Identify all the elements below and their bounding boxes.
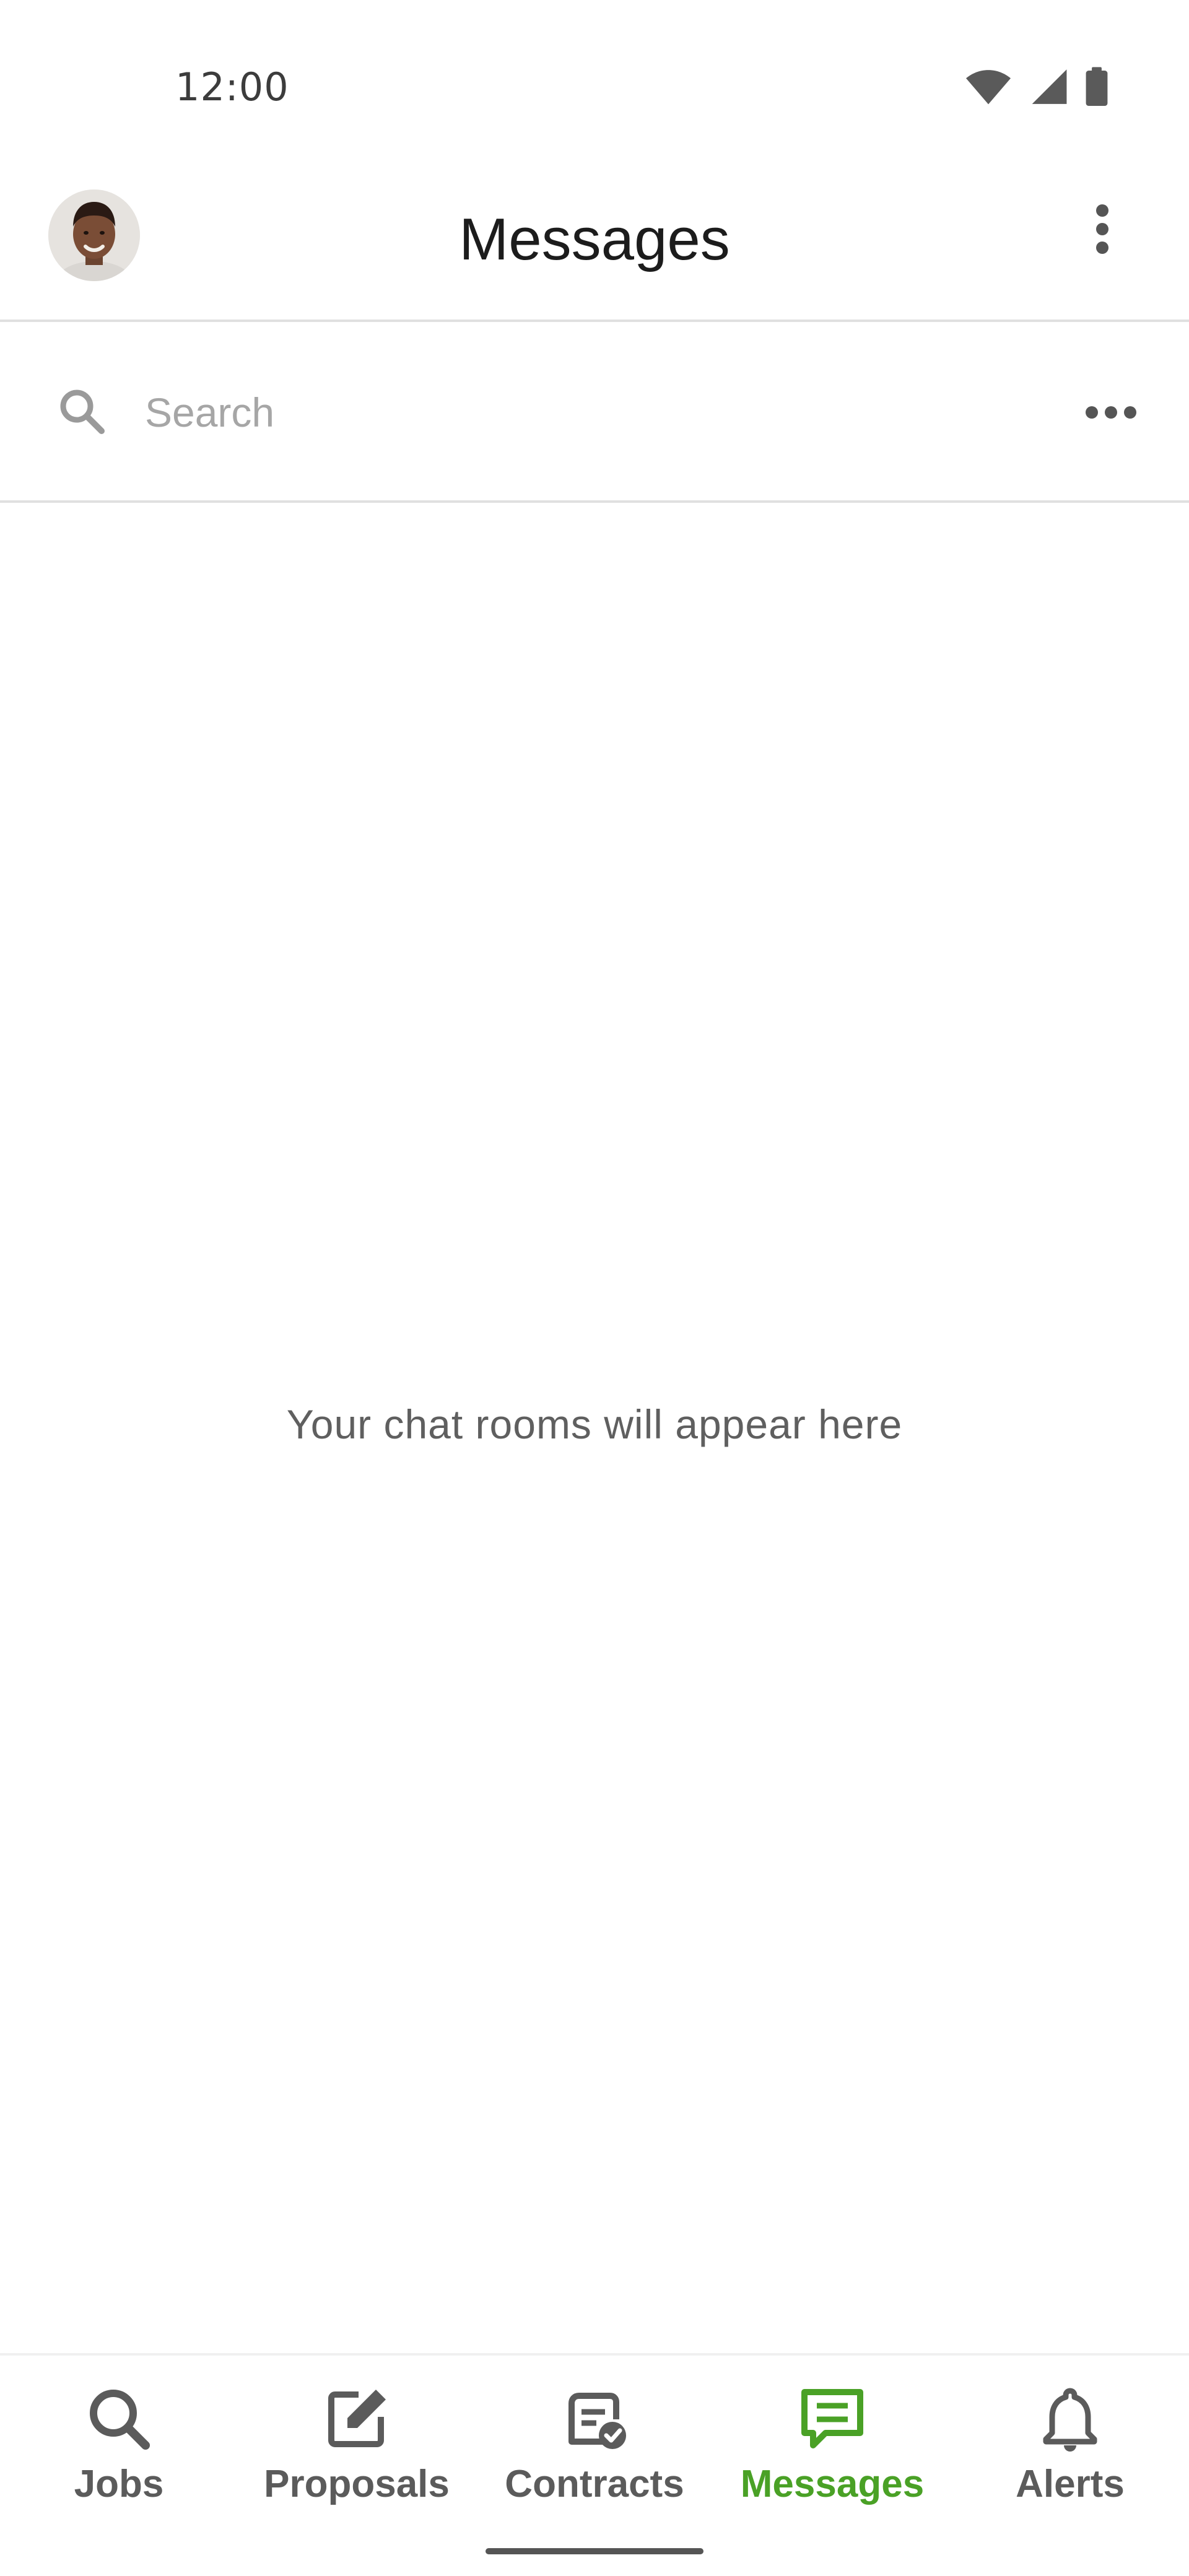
cell-signal-icon	[1029, 68, 1068, 105]
more-horiz-icon[interactable]	[1074, 381, 1148, 443]
messages-screen: 12:00 Messages Search Your chat rooms wi…	[0, 0, 1189, 2576]
search-bar	[0, 322, 1189, 503]
battery-icon	[1085, 67, 1108, 107]
bottom-navigation: Jobs Proposals Contracts Messages Alerts	[0, 2353, 1189, 2576]
status-bar: 12:00	[0, 0, 1189, 173]
bell-icon	[1033, 2382, 1107, 2456]
app-bar: Messages	[0, 173, 1189, 322]
nav-label-messages: Messages	[740, 2463, 925, 2505]
nav-item-messages[interactable]: Messages	[713, 2356, 951, 2554]
edit-note-icon	[320, 2382, 394, 2456]
nav-item-alerts[interactable]: Alerts	[951, 2356, 1189, 2554]
nav-item-proposals[interactable]: Proposals	[238, 2356, 476, 2554]
nav-item-contracts[interactable]: Contracts	[476, 2356, 713, 2554]
nav-label-contracts: Contracts	[505, 2463, 684, 2505]
wifi-icon	[965, 68, 1012, 105]
nav-label-alerts: Alerts	[1016, 2463, 1125, 2505]
search-icon	[57, 386, 107, 436]
page-title: Messages	[459, 206, 730, 272]
nav-label-proposals: Proposals	[264, 2463, 450, 2505]
search-icon	[82, 2382, 156, 2456]
home-indicator[interactable]	[486, 2548, 703, 2554]
status-icons	[965, 67, 1108, 107]
contract-check-icon	[557, 2382, 632, 2456]
nav-label-jobs: Jobs	[74, 2463, 164, 2505]
chat-icon	[795, 2382, 869, 2456]
more-vert-icon[interactable]	[1071, 198, 1133, 260]
empty-state-message: Your chat rooms will appear here	[286, 1401, 903, 1447]
status-time: 12:00	[175, 64, 289, 110]
nav-item-jobs[interactable]: Jobs	[0, 2356, 238, 2554]
search-input[interactable]	[145, 375, 1012, 450]
